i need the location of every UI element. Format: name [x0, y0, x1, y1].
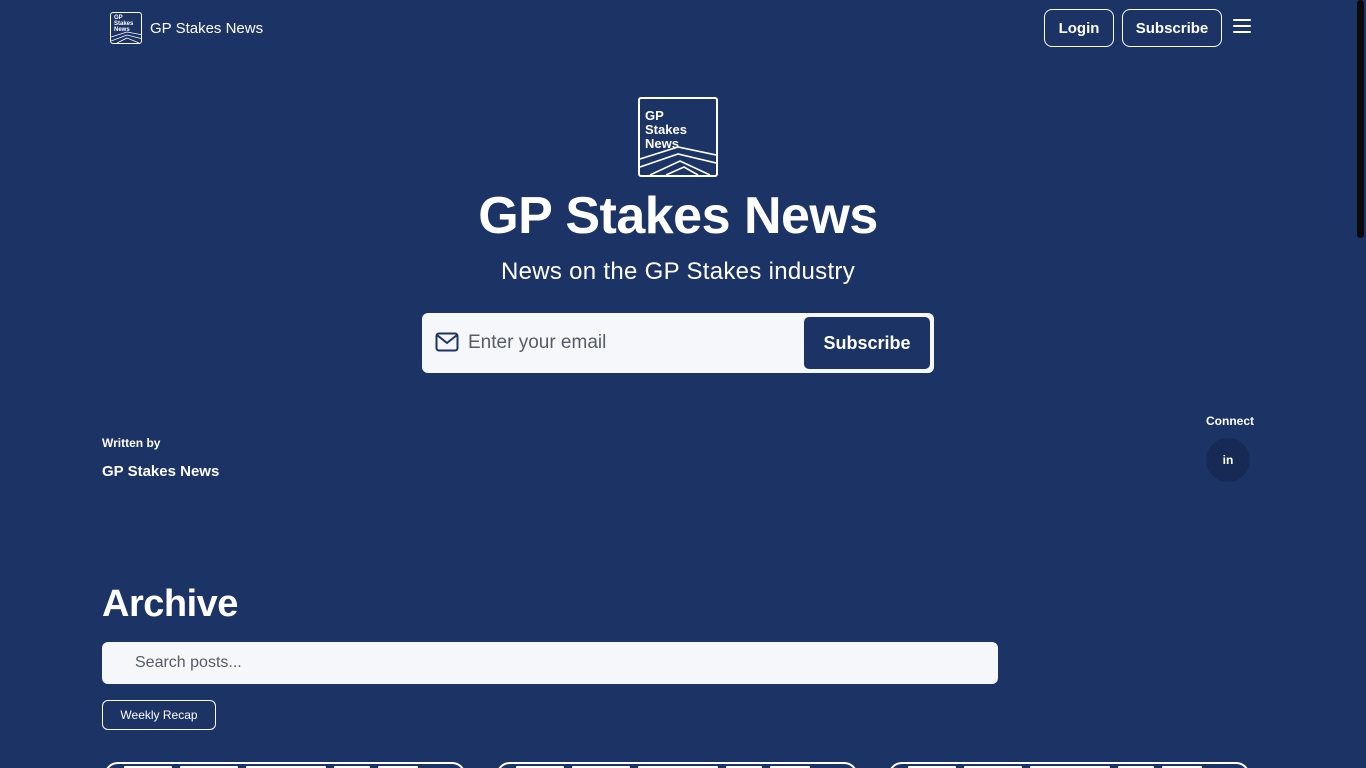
written-by-label: Written by — [102, 436, 161, 450]
archive-heading: Archive — [102, 583, 238, 625]
brand-logo-icon: GP Stakes News — [110, 12, 142, 44]
subscribe-form: Subscribe — [422, 313, 934, 373]
tag-weekly-recap[interactable]: Weekly Recap — [102, 700, 216, 730]
publication-logo-icon: GP Stakes News — [638, 97, 718, 177]
scrollbar-thumb[interactable] — [1357, 0, 1364, 238]
search-box — [102, 642, 998, 684]
hero-logo-line-1: GP — [645, 108, 664, 123]
hamburger-icon[interactable] — [1233, 19, 1251, 35]
page-title: GP Stakes News — [478, 187, 878, 245]
page: GP Stakes News GP Stakes News Login Subs… — [0, 0, 1366, 768]
post-card[interactable] — [104, 762, 466, 768]
linkedin-icon[interactable]: in — [1206, 438, 1250, 482]
page-subtitle: News on the GP Stakes industry — [500, 258, 856, 285]
vertical-scrollbar[interactable] — [1356, 0, 1366, 768]
login-button[interactable]: Login — [1044, 9, 1114, 47]
email-input[interactable] — [468, 323, 798, 363]
search-input[interactable] — [135, 646, 975, 680]
post-card[interactable] — [496, 762, 858, 768]
brand-name: GP Stakes News — [150, 19, 264, 37]
subscribe-button[interactable]: Subscribe — [804, 317, 930, 369]
brand-logo-lines — [111, 31, 141, 43]
hero-logo-lines — [640, 146, 716, 175]
post-card[interactable] — [888, 762, 1250, 768]
subscribe-button-header[interactable]: Subscribe — [1122, 9, 1222, 47]
mail-icon — [435, 332, 459, 352]
top-nav: GP Stakes News GP Stakes News Login Subs… — [0, 0, 1356, 56]
brand-link[interactable]: GP Stakes News GP Stakes News — [110, 12, 263, 44]
author-name[interactable]: GP Stakes News — [102, 463, 219, 480]
hero-logo-line-2: Stakes — [645, 122, 687, 137]
connect-label: Connect — [1206, 414, 1254, 428]
